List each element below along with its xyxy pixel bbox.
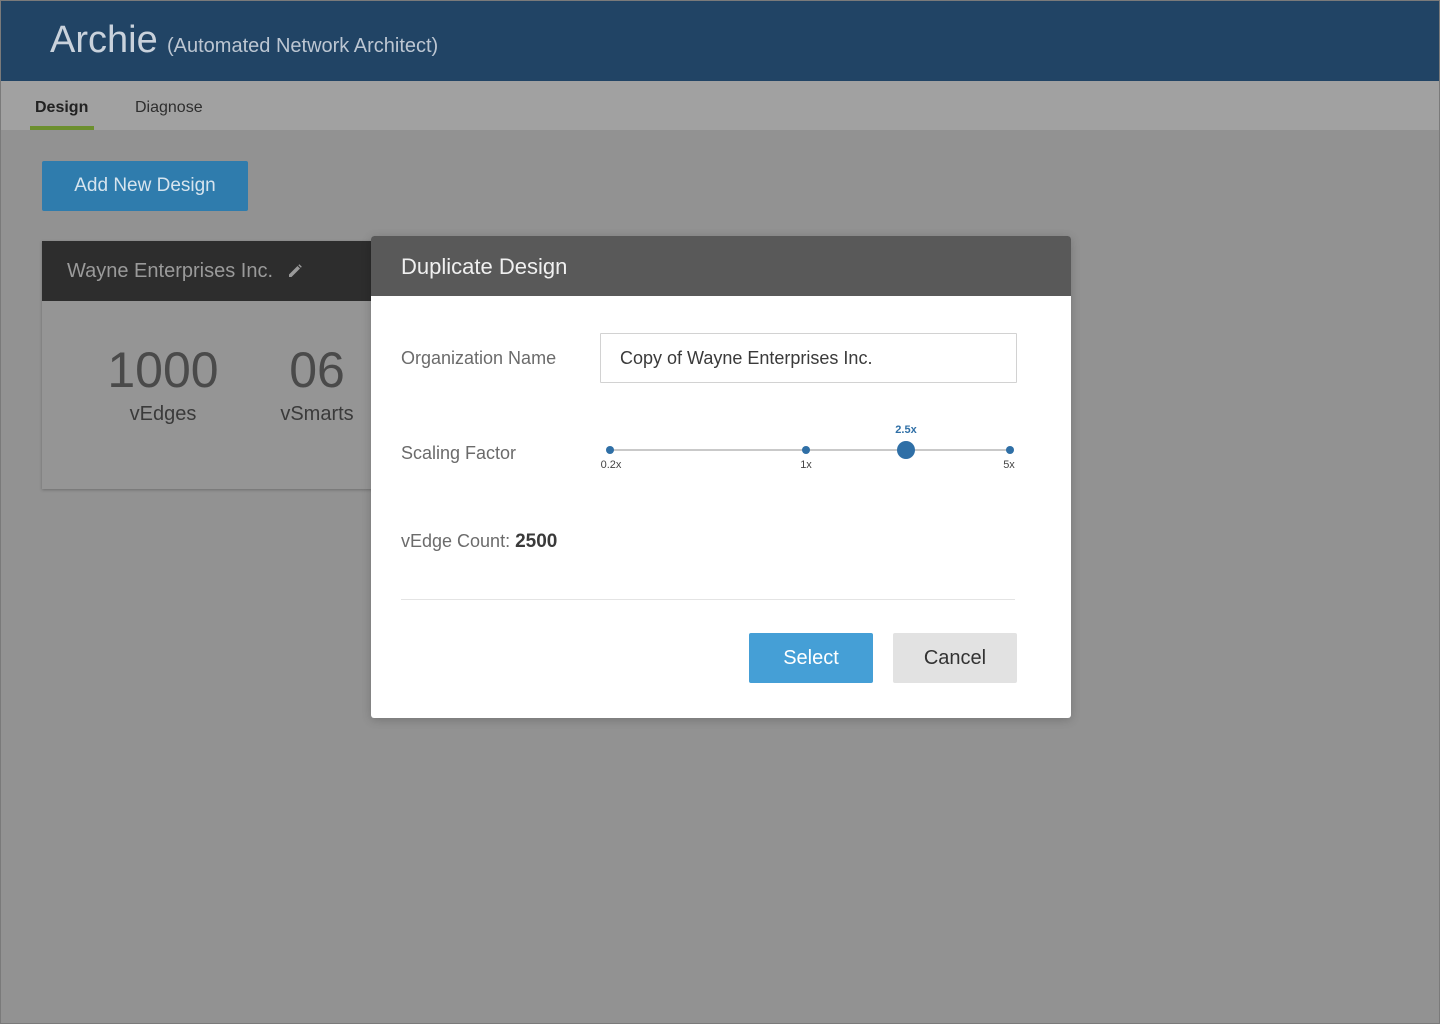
slider-tick-label: 5x — [1003, 459, 1015, 471]
slider-tick[interactable] — [1006, 446, 1014, 454]
stat-label: vSmarts — [280, 403, 354, 425]
scaling-factor-slider[interactable]: 0.2x 1x 5x 2.5x — [600, 421, 1020, 481]
stat-vedges: 1000 vEdges — [102, 341, 224, 426]
tab-diagnose[interactable]: Diagnose — [135, 99, 203, 129]
organization-name-label: Organization Name — [401, 348, 557, 368]
design-card-body: 1000 vEdges 06 vSmarts — [42, 301, 382, 489]
design-card-header: Wayne Enterprises Inc. — [42, 241, 382, 301]
stat-label: vEdges — [129, 403, 197, 425]
vedge-count-value: 2500 — [515, 531, 558, 552]
cancel-button[interactable]: Cancel — [893, 633, 1017, 683]
slider-tick-label: 0.2x — [600, 459, 622, 471]
scaling-factor-label: Scaling Factor — [401, 443, 517, 463]
dialog-header: Duplicate Design — [371, 236, 1071, 296]
design-card-title: Wayne Enterprises Inc. — [67, 260, 274, 282]
slider-tick[interactable] — [802, 446, 810, 454]
app-title: Archie — [50, 19, 158, 61]
slider-thumb[interactable] — [897, 441, 915, 459]
slider-tick-label: 1x — [800, 459, 812, 471]
stat-value: 1000 — [107, 342, 219, 398]
app-subtitle: (Automated Network Architect) — [167, 35, 439, 57]
stat-vsmarts: 06 vSmarts — [272, 341, 362, 426]
app-window: Archie (Automated Network Architect) Des… — [0, 0, 1440, 1024]
tab-bar: Design Diagnose — [1, 81, 1439, 130]
tab-design[interactable]: Design — [35, 99, 88, 129]
dialog-divider — [401, 599, 1015, 600]
slider-tick[interactable] — [606, 446, 614, 454]
organization-name-input[interactable] — [600, 333, 1017, 383]
slider-track[interactable] — [610, 449, 1010, 451]
design-card[interactable]: Wayne Enterprises Inc. 1000 vEdges 06 vS… — [42, 241, 382, 489]
dialog-title: Duplicate Design — [401, 254, 568, 279]
select-button[interactable]: Select — [749, 633, 873, 683]
vedge-count: vEdge Count: 2500 — [401, 531, 557, 553]
app-header: Archie (Automated Network Architect) — [1, 1, 1439, 81]
slider-value-label: 2.5x — [895, 424, 917, 436]
pencil-icon[interactable] — [287, 263, 303, 279]
duplicate-design-dialog: Duplicate Design Organization Name Scali… — [371, 236, 1071, 718]
vedge-count-label: vEdge Count: — [401, 531, 511, 551]
active-tab-indicator — [30, 126, 94, 130]
stat-value: 06 — [289, 342, 345, 398]
add-new-design-button[interactable]: Add New Design — [42, 161, 248, 211]
